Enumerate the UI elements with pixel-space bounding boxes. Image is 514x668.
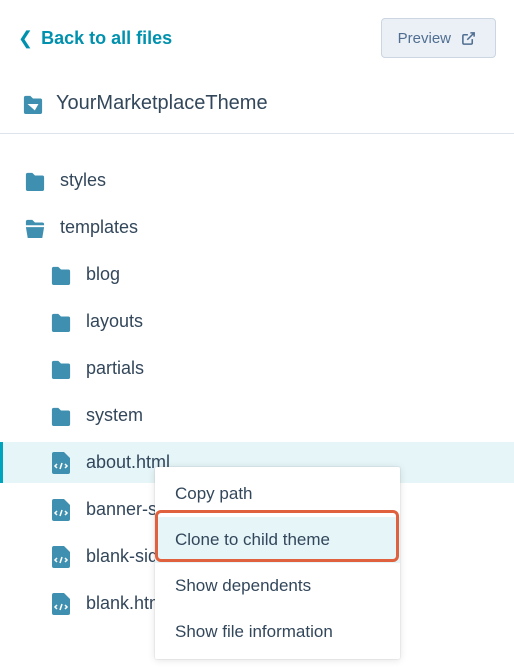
- theme-row[interactable]: YourMarketplaceTheme: [0, 76, 514, 134]
- tree-item-label: blog: [86, 264, 120, 285]
- tree-item-label: styles: [60, 170, 106, 191]
- menu-item-label: Copy path: [175, 484, 253, 503]
- code-file-icon: [50, 500, 72, 520]
- menu-item-clone-child-theme[interactable]: Clone to child theme: [155, 517, 400, 563]
- external-link-icon: [457, 28, 479, 48]
- folder-icon: [50, 406, 72, 426]
- folder-icon: [24, 171, 46, 191]
- code-file-icon: [50, 547, 72, 567]
- tree-item-label: blank.htm: [86, 593, 164, 614]
- preview-label: Preview: [398, 30, 451, 47]
- context-menu: Copy path Clone to child theme Show depe…: [155, 467, 400, 659]
- back-label: Back to all files: [41, 28, 172, 49]
- chevron-left-icon: ❮: [18, 28, 33, 49]
- menu-item-label: Show dependents: [175, 576, 311, 595]
- folder-icon: [50, 265, 72, 285]
- theme-icon: [22, 94, 44, 114]
- folder-icon: [50, 359, 72, 379]
- tree-item-label: templates: [60, 217, 138, 238]
- menu-item-label: Clone to child theme: [175, 530, 330, 549]
- menu-item-show-dependents[interactable]: Show dependents: [155, 563, 400, 609]
- tree-item-label: system: [86, 405, 143, 426]
- tree-folder-templates[interactable]: templates: [0, 207, 514, 248]
- code-file-icon: [50, 594, 72, 614]
- folder-icon: [50, 312, 72, 332]
- folder-open-icon: [24, 218, 46, 238]
- tree-item-label: banner-si: [86, 499, 161, 520]
- tree-item-label: blank-sid: [86, 546, 158, 567]
- tree-folder-system[interactable]: system: [0, 395, 514, 436]
- tree-item-label: partials: [86, 358, 144, 379]
- tree-folder-blog[interactable]: blog: [0, 254, 514, 295]
- tree-folder-layouts[interactable]: layouts: [0, 301, 514, 342]
- code-file-icon: [50, 453, 72, 473]
- menu-item-copy-path[interactable]: Copy path: [155, 471, 400, 517]
- preview-button[interactable]: Preview: [381, 18, 496, 58]
- tree-item-label: layouts: [86, 311, 143, 332]
- menu-item-show-file-info[interactable]: Show file information: [155, 609, 400, 655]
- back-to-files-link[interactable]: ❮ Back to all files: [18, 28, 172, 49]
- theme-name: YourMarketplaceTheme: [56, 92, 268, 115]
- menu-item-label: Show file information: [175, 622, 333, 641]
- tree-folder-styles[interactable]: styles: [0, 160, 514, 201]
- tree-folder-partials[interactable]: partials: [0, 348, 514, 389]
